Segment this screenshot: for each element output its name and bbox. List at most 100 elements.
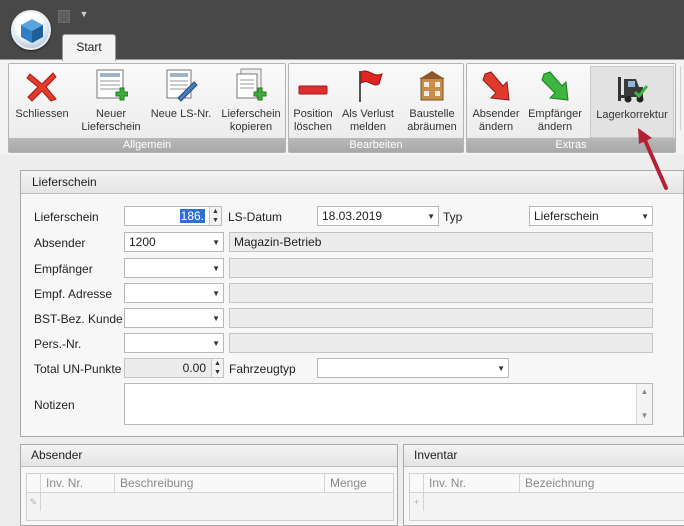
- new-delivery-note-button[interactable]: Neuer Lieferschein: [76, 66, 146, 134]
- chevron-down-icon[interactable]: ▼: [497, 360, 505, 377]
- inventar-table[interactable]: Inv. Nr. Bezeichnung +: [409, 473, 684, 521]
- column-header-inv-nr[interactable]: Inv. Nr.: [41, 474, 115, 493]
- bst-field: [229, 308, 653, 328]
- notizen-textarea[interactable]: ▲ ▼: [124, 383, 653, 425]
- new-row-indicator-icon: ✎: [27, 493, 41, 511]
- column-header-menge[interactable]: Menge: [325, 474, 393, 493]
- absender-value: 1200: [129, 235, 156, 249]
- app-menu-button[interactable]: [11, 10, 51, 50]
- bst-select[interactable]: ▼: [124, 308, 224, 328]
- bst-label: BST-Bez. Kunde: [34, 312, 123, 326]
- empf-adresse-field: [229, 283, 653, 303]
- scroll-up-icon[interactable]: ▲: [637, 385, 652, 399]
- typ-value: Lieferschein: [534, 209, 599, 223]
- empf-adresse-select[interactable]: ▼: [124, 283, 224, 303]
- new-ls-number-button[interactable]: Neue LS-Nr.: [149, 66, 213, 121]
- absender-table[interactable]: Inv. Nr. Beschreibung Menge ✎: [26, 473, 394, 521]
- absender-grid-title: Absender: [21, 445, 397, 467]
- close-button[interactable]: Schliessen: [12, 66, 72, 121]
- empfaenger-label: Empfänger: [34, 262, 93, 276]
- forklift-icon: [618, 77, 649, 103]
- new-ls-number-label: Neue LS-Nr.: [150, 108, 212, 120]
- ribbon-group-allgemein: Schliessen Neuer Lieferschein Neue LS-Nr…: [8, 63, 286, 153]
- absender-name-value: Magazin-Betrieb: [234, 235, 322, 249]
- lieferschein-number-value: 186.: [179, 209, 205, 223]
- row-header-corner: [410, 474, 424, 493]
- un-punkte-field: 0.00 ▲ ▼: [124, 358, 224, 378]
- change-receiver-button[interactable]: Empfänger ändern: [525, 66, 585, 134]
- minus-icon: [298, 85, 328, 95]
- report-loss-label: Als Verlust melden: [342, 108, 394, 133]
- report-loss-button[interactable]: Als Verlust melden: [337, 66, 399, 134]
- chevron-down-icon[interactable]: ▼: [427, 208, 435, 225]
- ribbon-tab-row: Start: [0, 34, 684, 61]
- absender-name-field: Magazin-Betrieb: [229, 232, 653, 252]
- fahrzeugtyp-select[interactable]: ▼: [317, 358, 509, 378]
- group-label-allgemein: Allgemein: [9, 138, 285, 152]
- chevron-down-icon[interactable]: ▼: [212, 285, 220, 302]
- row-header-corner: [27, 474, 41, 493]
- chevron-down-icon[interactable]: ▼: [641, 208, 649, 225]
- empf-adresse-label: Empf. Adresse: [34, 287, 113, 301]
- number-spinner-icon[interactable]: ▲ ▼: [209, 207, 221, 225]
- change-receiver-label: Empfänger ändern: [528, 108, 582, 133]
- scroll-down-icon[interactable]: ▼: [637, 409, 652, 423]
- copy-delivery-note-label: Lieferschein kopieren: [221, 108, 281, 133]
- new-row-indicator-icon: +: [410, 493, 424, 511]
- lieferschein-panel: Lieferschein Lieferschein 186. ▲ ▼ LS-Dat…: [20, 170, 684, 437]
- chevron-down-icon[interactable]: ▼: [212, 310, 220, 327]
- new-delivery-note-label: Neuer Lieferschein: [81, 108, 141, 133]
- fahrzeugtyp-label: Fahrzeugtyp: [229, 362, 296, 376]
- pers-label: Pers.-Nr.: [34, 337, 82, 351]
- empfaenger-name-field: [229, 258, 653, 278]
- un-punkte-label: Total UN-Punkte: [34, 362, 122, 376]
- notizen-label: Notizen: [34, 398, 75, 412]
- quick-access-icon[interactable]: [58, 10, 70, 23]
- red-flag-icon: [359, 70, 383, 102]
- cube-icon: [21, 19, 43, 43]
- delete-position-label: Position löschen: [293, 108, 333, 133]
- annotation-arrow-icon: [638, 128, 668, 190]
- inventar-grid-title: Inventar: [404, 445, 684, 467]
- typ-label: Typ: [443, 210, 463, 224]
- title-bar: ▼: [0, 0, 684, 50]
- inventar-grid-panel: Inventar Inv. Nr. Bezeichnung +: [403, 444, 684, 526]
- column-header-beschreibung[interactable]: Beschreibung: [115, 474, 325, 493]
- column-header-inv-nr[interactable]: Inv. Nr.: [424, 474, 520, 493]
- new-number-icon: [166, 69, 198, 102]
- tab-start[interactable]: Start: [62, 34, 116, 61]
- clear-site-button[interactable]: Baustelle abräumen: [402, 66, 462, 134]
- ribbon-edge: [680, 66, 681, 130]
- ribbon: Schliessen Neuer Lieferschein Neue LS-Nr…: [0, 59, 684, 155]
- arrow-down-green-icon: [541, 71, 569, 101]
- change-sender-button[interactable]: Absender ändern: [469, 66, 523, 134]
- ls-datum-field[interactable]: 18.03.2019 ▼: [317, 206, 439, 226]
- notes-scrollbar[interactable]: ▲ ▼: [636, 384, 652, 424]
- pers-field: [229, 333, 653, 353]
- chevron-down-icon[interactable]: ▼: [212, 335, 220, 352]
- quick-access-dropdown-icon[interactable]: ▼: [78, 8, 90, 20]
- stock-correction-label: Lagerkorrektur: [596, 109, 668, 121]
- absender-grid-panel: Absender Inv. Nr. Beschreibung Menge ✎: [20, 444, 398, 526]
- building-icon: [419, 71, 445, 101]
- chevron-down-icon[interactable]: ▼: [212, 234, 220, 251]
- pers-select[interactable]: ▼: [124, 333, 224, 353]
- absender-label: Absender: [34, 236, 86, 250]
- absender-select[interactable]: 1200 ▼: [124, 232, 224, 252]
- copy-delivery-note-icon: [236, 68, 267, 101]
- panel-title: Lieferschein: [21, 171, 683, 194]
- typ-select[interactable]: Lieferschein ▼: [529, 206, 653, 226]
- lieferschein-number-field[interactable]: 186. ▲ ▼: [124, 206, 222, 226]
- group-label-bearbeiten: Bearbeiten: [289, 138, 463, 152]
- chevron-down-icon[interactable]: ▼: [212, 260, 220, 277]
- arrow-down-red-icon: [482, 71, 510, 101]
- change-sender-label: Absender ändern: [472, 108, 520, 133]
- column-header-bezeichnung[interactable]: Bezeichnung: [520, 474, 684, 493]
- delete-position-button[interactable]: Position löschen: [290, 66, 336, 134]
- un-spinner-icon: ▲ ▼: [211, 359, 223, 377]
- empfaenger-select[interactable]: ▼: [124, 258, 224, 278]
- new-delivery-note-icon: [96, 69, 128, 101]
- workspace: Lieferschein Lieferschein 186. ▲ ▼ LS-Dat…: [0, 155, 684, 526]
- copy-delivery-note-button[interactable]: Lieferschein kopieren: [216, 66, 286, 134]
- ls-datum-value: 18.03.2019: [322, 209, 383, 223]
